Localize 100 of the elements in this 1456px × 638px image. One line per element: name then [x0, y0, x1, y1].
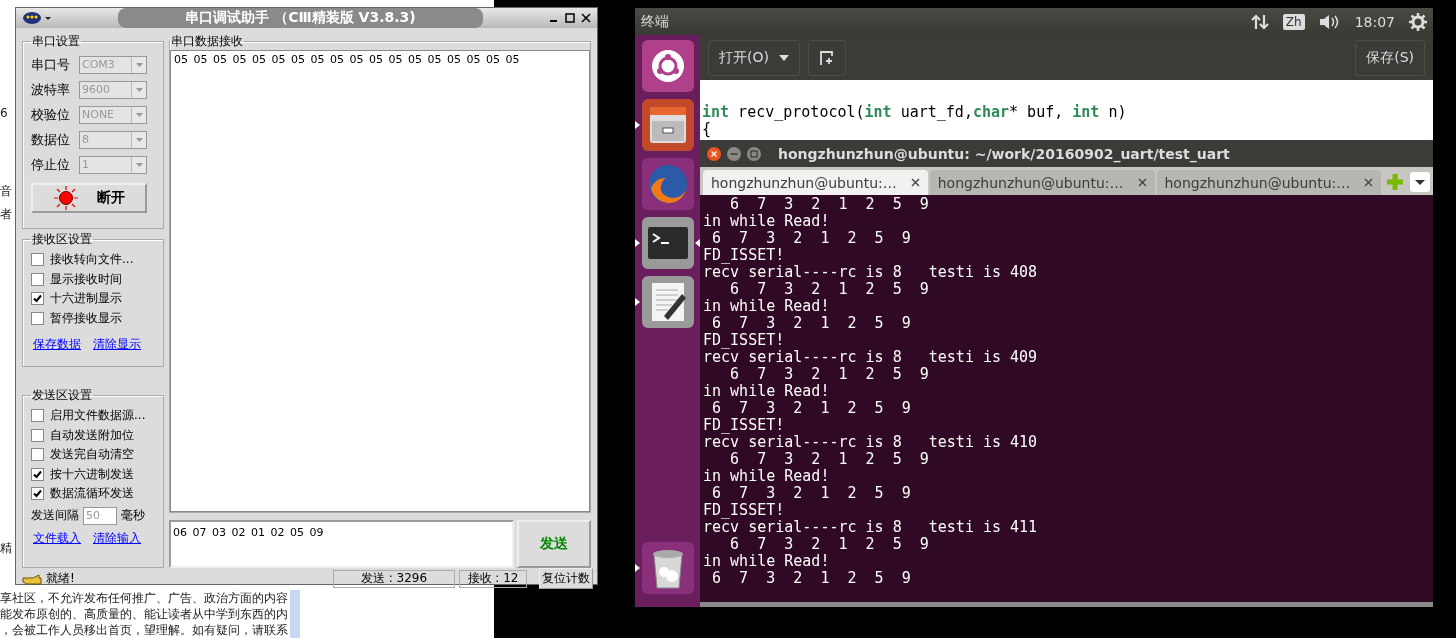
- maximize-icon[interactable]: [565, 13, 575, 23]
- terminal-line: 6 7 3 2 1 2 5 9: [729, 366, 930, 383]
- field-label: 串口号: [31, 55, 71, 74]
- terminal-icon[interactable]: [641, 217, 694, 269]
- page-text-fragment: 者: [0, 206, 12, 223]
- group-title: 接收区设置: [31, 231, 93, 248]
- page-text-fragment: 音: [0, 183, 12, 200]
- disconnect-button[interactable]: 断开: [31, 183, 147, 213]
- terminal-line: 6 7 3 2 1 2 5 9: [729, 536, 930, 553]
- close-icon[interactable]: [581, 13, 591, 23]
- checkbox[interactable]: [31, 253, 44, 267]
- terminal-line: FD_ISSET!: [703, 502, 786, 519]
- settings-icon[interactable]: [1409, 12, 1427, 31]
- group-title: 串口数据接收: [170, 33, 244, 50]
- app-menu-icon[interactable]: [22, 11, 52, 25]
- checkbox[interactable]: [31, 292, 44, 306]
- page-text-fragment: 精: [0, 540, 12, 557]
- link[interactable]: 清除显示: [93, 336, 141, 353]
- field-label: 校验位: [31, 105, 71, 124]
- volume-icon[interactable]: [1318, 13, 1341, 30]
- terminal-tab[interactable]: hongzhunzhun@ubuntu:…: [1156, 170, 1382, 195]
- link[interactable]: 保存数据: [33, 336, 81, 353]
- app-title: 终端: [641, 12, 670, 31]
- checkbox-label: 自动发送附加位: [50, 426, 134, 444]
- received-count: 接收 : 12: [459, 569, 527, 588]
- field-label: 发送间隔: [31, 507, 79, 524]
- terminal-line: 6 7 3 2 1 2 5 9: [711, 570, 912, 587]
- terminal-line: recv serial----rc is 8 testi is 408: [703, 264, 1039, 281]
- checkbox-label: 启用文件数据源...: [50, 407, 146, 425]
- checkbox[interactable]: [31, 272, 44, 286]
- link[interactable]: 文件载入: [33, 529, 81, 547]
- terminal-line: 6 7 3 2 1 2 5 9: [711, 400, 912, 417]
- terminal-line: 6 7 3 2 1 2 5 9: [729, 281, 930, 298]
- terminal-line: 6 7 3 2 1 2 5 9: [711, 315, 912, 332]
- sent-count: 发送 : 3296: [333, 569, 455, 588]
- checkbox[interactable]: [31, 467, 44, 481]
- terminal-line: 6 7 3 2 1 2 5 9: [729, 196, 930, 213]
- ubuntu-logo-icon[interactable]: [641, 40, 694, 92]
- checkbox[interactable]: [31, 409, 44, 423]
- checkbox-label: 数据流循环发送: [50, 485, 134, 503]
- tab-menu-icon[interactable]: [1410, 172, 1430, 192]
- trash-icon[interactable]: [641, 542, 694, 594]
- link[interactable]: 清除输入: [93, 529, 141, 547]
- page-text-line: ，会被工作人员移出首页，望理解。如有疑问，请联系: [0, 622, 289, 638]
- checkbox-label: 暂停接收显示: [50, 309, 122, 327]
- checkbox-label: 接收转向文件...: [50, 251, 134, 269]
- terminal-line: in while Read!: [703, 383, 831, 400]
- send-input-field[interactable]: 06 07 03 02 01 02 05 09: [169, 520, 514, 568]
- new-document-button[interactable]: [807, 39, 846, 76]
- group-title: 发送区设置: [31, 387, 93, 404]
- receive-text-area[interactable]: 05 05 05 05 05 05 05 05 05 05 05 05 05 05 05 05 05 05: [170, 50, 590, 512]
- caret-icon: [778, 54, 789, 61]
- code-line: int recv_protocol(int uart_fd,char* buf, int n): [702, 104, 1127, 121]
- code-line: {: [702, 121, 713, 138]
- checkbox[interactable]: [31, 311, 44, 325]
- page-text-line: 能发布原创的、高质量的、能让读者从中学到东西的内: [0, 606, 289, 622]
- unit-label: 毫秒: [121, 507, 145, 524]
- checkbox-label: 显示接收时间: [50, 270, 122, 288]
- input-method-indicator[interactable]: Zh: [1282, 13, 1305, 30]
- page-text-line: 享社区，不允许发布任何推广、广告、政治方面的内容: [0, 590, 289, 606]
- checkbox[interactable]: [31, 428, 44, 442]
- open-button[interactable]: 打开(O): [708, 39, 800, 76]
- terminal-line: 6 7 3 2 1 2 5 9: [711, 485, 912, 502]
- status-message: 就绪!: [46, 570, 76, 587]
- terminal-line: FD_ISSET!: [703, 247, 786, 264]
- field-label: 数据位: [31, 130, 71, 149]
- network-arrows-icon[interactable]: [1250, 13, 1269, 30]
- page-text-fragment: 6: [0, 106, 8, 120]
- save-button[interactable]: 保存(S): [1355, 39, 1425, 76]
- checkbox-label: 发送完自动清空: [50, 446, 134, 464]
- terminal-line: FD_ISSET!: [703, 332, 786, 349]
- new-document-icon: [818, 49, 835, 66]
- terminal-tab[interactable]: hongzhunzhun@ubuntu:…: [703, 170, 928, 195]
- window-title: 串口调试助手 （CⅢ精装版 V3.8.3): [118, 8, 483, 28]
- checkbox[interactable]: [31, 487, 44, 501]
- checkbox-label: 按十六进制发送: [50, 465, 134, 483]
- close-icon[interactable]: [706, 145, 722, 162]
- checkbox-label: 十六进制显示: [50, 290, 122, 308]
- terminal-tab[interactable]: hongzhunzhun@ubuntu:…: [929, 170, 1155, 195]
- terminal-line: FD_ISSET!: [703, 417, 786, 434]
- terminal-line: in while Read!: [703, 468, 831, 485]
- field-label: 停止位: [31, 155, 71, 174]
- browser-globe-icon[interactable]: [641, 158, 694, 210]
- terminal-line: in while Read!: [703, 553, 831, 570]
- terminal-line: in while Read!: [703, 213, 831, 230]
- terminal-line: in while Read!: [703, 298, 831, 315]
- reset-count-button[interactable]: 复位计数: [539, 568, 593, 589]
- terminal-line: 6 7 3 2 1 2 5 9: [729, 451, 930, 468]
- terminal-line: recv serial----rc is 8 testi is 410: [703, 434, 1039, 451]
- send-button[interactable]: 发送: [517, 520, 591, 568]
- file-cabinet-icon[interactable]: [641, 99, 694, 151]
- page-column-bar: [290, 590, 300, 638]
- terminal-line: 6 7 3 2 1 2 5 9: [711, 230, 912, 247]
- checkbox[interactable]: [31, 448, 44, 462]
- close-icon[interactable]: [910, 178, 920, 187]
- field-label: 波特率: [31, 80, 71, 99]
- terminal-line: recv serial----rc is 8 testi is 409: [703, 349, 1039, 366]
- clock[interactable]: 18:07: [1354, 13, 1395, 30]
- group-title: 串口设置: [31, 33, 81, 50]
- notepad-pencil-icon[interactable]: [641, 276, 694, 328]
